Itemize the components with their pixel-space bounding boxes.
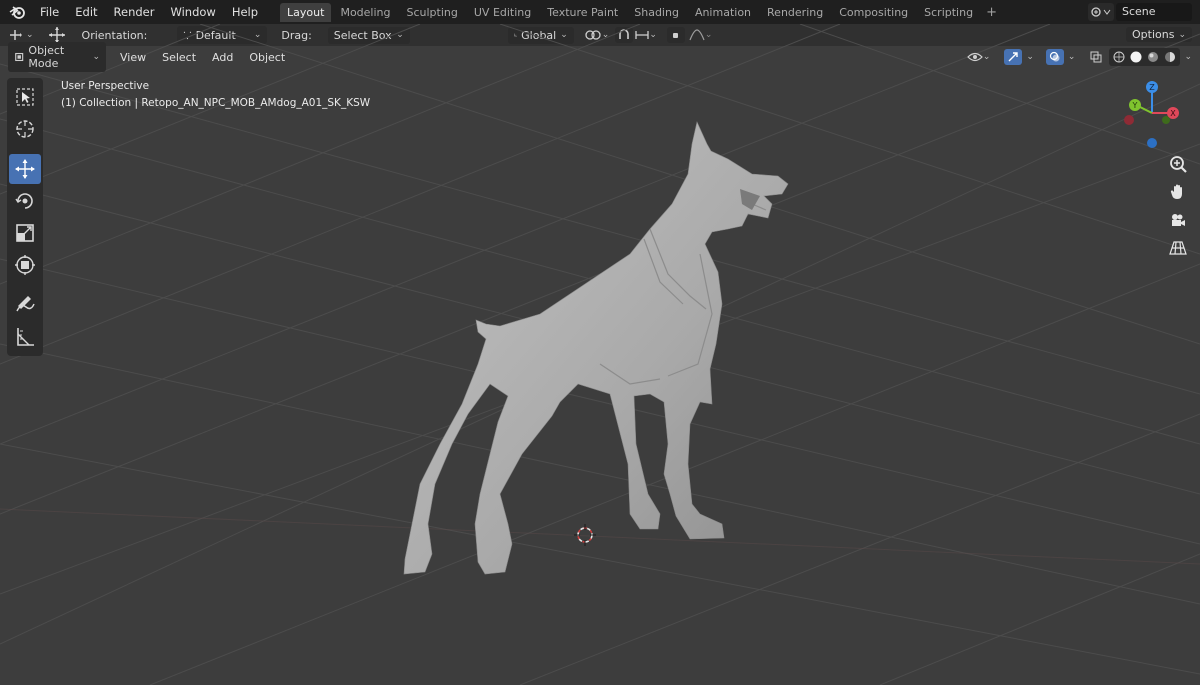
rotate-tool-icon[interactable]	[9, 186, 41, 216]
scene-name-field[interactable]: Scene	[1116, 3, 1192, 21]
axis-gizmo[interactable]: Z X Y	[1120, 80, 1180, 150]
collection-label: (1) Collection | Retopo_AN_NPC_MOB_AMdog…	[61, 97, 371, 109]
svg-text:Z: Z	[1149, 83, 1155, 92]
svg-text:Y: Y	[1132, 101, 1138, 110]
tab-scripting[interactable]: Scripting	[917, 3, 980, 22]
gizmo-toggle-icon[interactable]	[1004, 49, 1023, 65]
pan-hand-icon[interactable]	[1166, 180, 1190, 204]
xray-toggle-icon[interactable]	[1087, 49, 1105, 65]
tab-sculpting[interactable]: Sculpting	[400, 3, 465, 22]
chevron-down-icon: ⌄	[92, 52, 100, 62]
tab-uv-editing[interactable]: UV Editing	[467, 3, 538, 22]
scale-tool-icon[interactable]	[9, 218, 41, 248]
camera-view-icon[interactable]	[1166, 208, 1190, 232]
tab-layout[interactable]: Layout	[280, 2, 332, 22]
tool-shelf	[7, 78, 43, 356]
mode-dropdown[interactable]: Object Mode ⌄	[8, 42, 106, 72]
solid-shading-icon[interactable]	[1129, 49, 1143, 65]
visibility-dropdown[interactable]: ⌄	[966, 51, 991, 63]
annotate-tool-icon[interactable]	[9, 290, 41, 320]
material-shading-icon[interactable]	[1146, 49, 1160, 65]
overlays-toggle-icon[interactable]	[1045, 49, 1064, 65]
tab-shading[interactable]: Shading	[627, 3, 686, 22]
blender-logo-icon[interactable]	[8, 3, 26, 21]
menu-window[interactable]: Window	[162, 3, 223, 21]
workspace-tabs: Layout Modeling Sculpting UV Editing Texture…	[280, 2, 980, 22]
select-box-tool-icon[interactable]	[9, 82, 41, 112]
measure-tool-icon[interactable]	[9, 322, 41, 352]
view-menu-view[interactable]: View	[112, 49, 154, 66]
tab-rendering[interactable]: Rendering	[760, 3, 830, 22]
chevron-down-icon[interactable]: ⌄	[1068, 52, 1076, 62]
object-mode-icon	[15, 52, 24, 62]
perspective-label: User Perspective	[61, 80, 150, 92]
tab-animation[interactable]: Animation	[688, 3, 758, 22]
add-workspace-button[interactable]: +	[980, 3, 1003, 22]
rendered-shading-icon[interactable]	[1163, 49, 1177, 65]
move-tool-icon[interactable]	[9, 154, 41, 184]
chevron-down-icon: ⌄	[982, 52, 991, 62]
viewport-header: Object Mode ⌄ View Select Add Object ⌄ ⌄ ⌄ …	[0, 42, 1200, 72]
cursor-tool-icon[interactable]	[9, 114, 41, 144]
shading-modes	[1109, 48, 1181, 66]
viewport-info: User Perspective (1) Collection | Retopo…	[61, 78, 370, 112]
chevron-down-icon[interactable]: ⌄	[1184, 52, 1192, 62]
top-bar: File Edit Render Window Help Layout Modeling S…	[0, 0, 1200, 24]
menu-help[interactable]: Help	[224, 3, 266, 21]
dog-model[interactable]	[380, 119, 800, 589]
view-menu-select[interactable]: Select	[154, 49, 204, 66]
wireframe-shading-icon[interactable]	[1112, 49, 1126, 65]
mode-value: Object Mode	[28, 44, 65, 70]
perspective-toggle-icon[interactable]	[1166, 236, 1190, 260]
tab-texture-paint[interactable]: Texture Paint	[540, 3, 625, 22]
scene-icon[interactable]	[1088, 3, 1114, 21]
3d-viewport[interactable]: User Perspective (1) Collection | Retopo…	[0, 24, 1200, 685]
3d-cursor-icon[interactable]	[574, 524, 596, 546]
menu-file[interactable]: File	[32, 3, 67, 21]
zoom-icon[interactable]	[1166, 152, 1190, 176]
view-menu-object[interactable]: Object	[241, 49, 293, 66]
transform-tool-icon[interactable]	[9, 250, 41, 280]
tab-compositing[interactable]: Compositing	[832, 3, 915, 22]
tab-modeling[interactable]: Modeling	[333, 3, 397, 22]
view-menu-add[interactable]: Add	[204, 49, 241, 66]
chevron-down-icon[interactable]: ⌄	[1026, 52, 1034, 62]
menu-edit[interactable]: Edit	[67, 3, 105, 21]
menu-render[interactable]: Render	[106, 3, 163, 21]
scene-selector: Scene	[1088, 3, 1192, 21]
svg-text:X: X	[1170, 109, 1176, 118]
